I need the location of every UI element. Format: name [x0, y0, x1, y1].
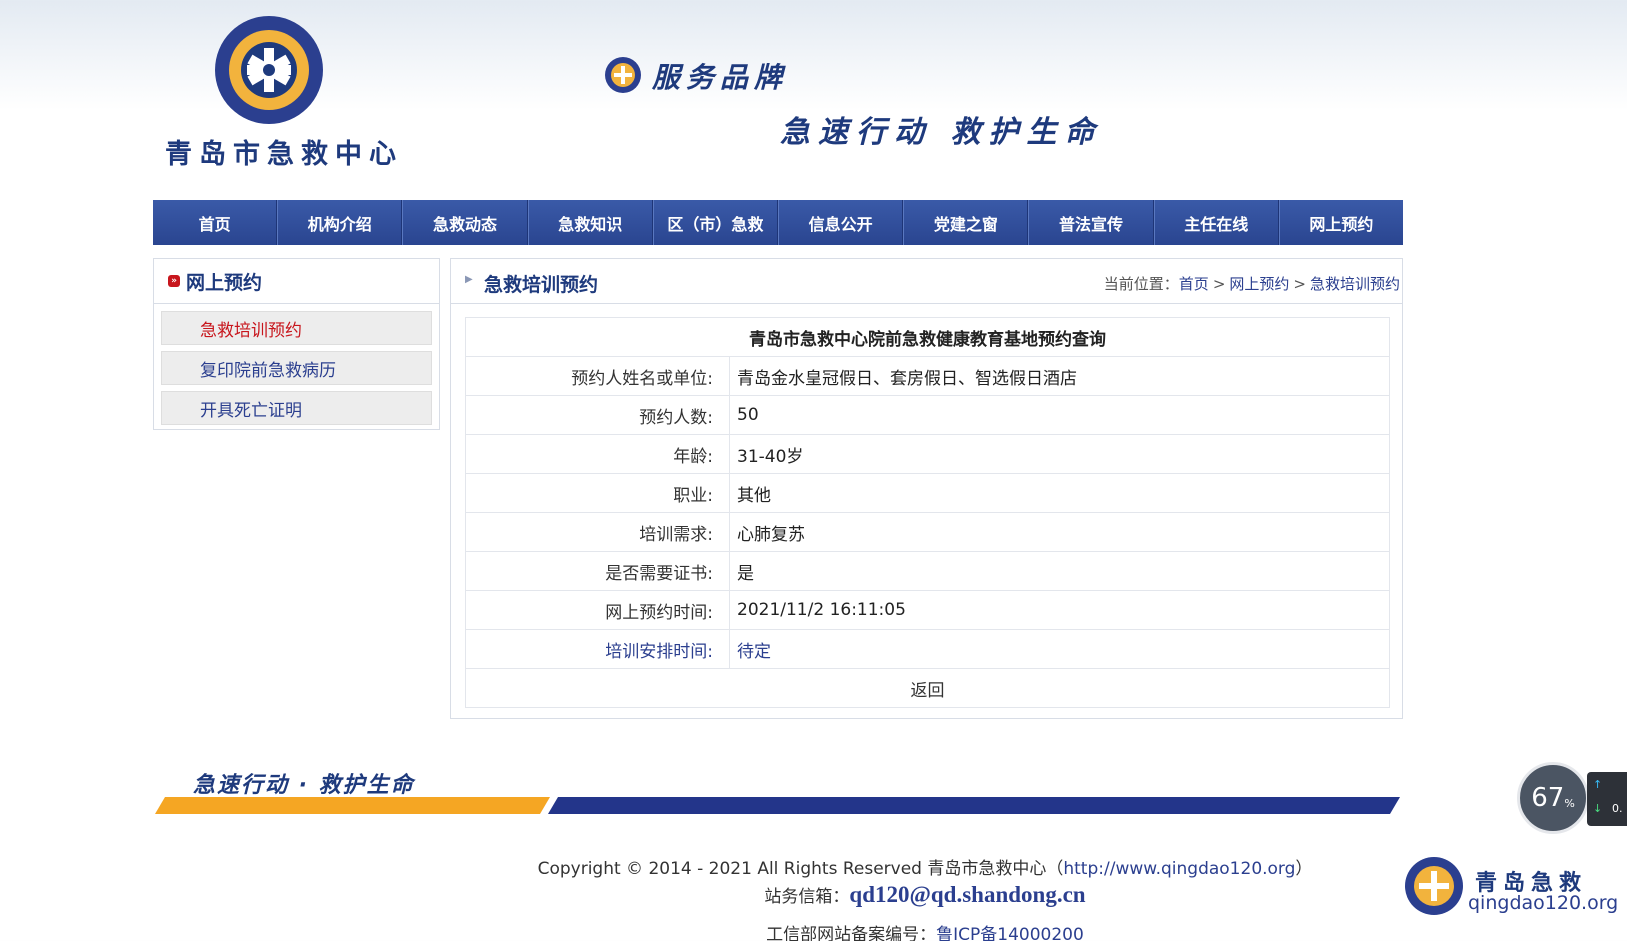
row-value-schedule-time: 待定: [729, 629, 1390, 669]
row-label-occupation: 职业:: [465, 473, 730, 513]
double-arrow-icon: ▶: [465, 274, 473, 285]
main-nav: 首页 机构介绍 急救动态 急救知识 区（市）急救 信息公开 党建之窗 普法宣传 …: [153, 200, 1403, 245]
nav-item-director[interactable]: 主任在线: [1153, 200, 1279, 245]
breadcrumb: 当前位置：首页 > 网上预约 > 急救培训预约: [1104, 273, 1400, 294]
breadcrumb-prefix: 当前位置：: [1103, 275, 1179, 293]
footer-email-label: 站务信箱：: [764, 887, 850, 907]
row-label-applicant: 预约人姓名或单位:: [465, 356, 730, 396]
breadcrumb-current-link[interactable]: 急救培训预约: [1310, 275, 1400, 293]
breadcrumb-home-link[interactable]: 首页: [1179, 275, 1209, 293]
table-row: 培训需求: 心肺复苏: [465, 512, 1390, 552]
row-label-booking-time: 网上预约时间:: [465, 590, 730, 630]
nav-item-district[interactable]: 区（市）急救: [652, 200, 779, 245]
row-label-training-need: 培训需求:: [465, 512, 730, 552]
breadcrumb-separator: >: [1293, 275, 1306, 293]
service-brand-emblem-icon: [605, 57, 641, 93]
breadcrumb-section-link[interactable]: 网上预约: [1229, 275, 1289, 293]
table-row: 预约人姓名或单位: 青岛金水皇冠假日、套房假日、智选假日酒店: [465, 356, 1390, 396]
footer-copyright-end: ）: [1295, 859, 1313, 879]
table-caption: 青岛市急救中心院前急救健康教育基地预约查询: [465, 317, 1390, 357]
network-speed-panel[interactable]: ↑ ↓ 0.: [1587, 772, 1627, 826]
sidebar-title-text: 网上预约: [186, 271, 263, 294]
sidebar-menu: 急救培训预约 复印院前急救病历 开具死亡证明: [154, 304, 439, 425]
header-slogan: 急速行动 救护生命: [780, 115, 1103, 150]
footer-copyright-line: Copyright © 2014 - 2021 All Rights Reser…: [0, 854, 1627, 879]
row-value-headcount: 50: [729, 395, 1390, 435]
table-row: 预约人数: 50: [465, 395, 1390, 435]
row-value-age: 31-40岁: [729, 434, 1390, 474]
footer-email-line: 站务信箱：qd120@qd.shandong.cn: [0, 882, 1627, 908]
nav-item-appointment[interactable]: 网上预约: [1278, 200, 1403, 245]
table-row: 年龄: 31-40岁: [465, 434, 1390, 474]
table-row: 返回: [465, 668, 1390, 708]
nav-item-law[interactable]: 普法宣传: [1028, 200, 1154, 245]
row-value-occupation: 其他: [729, 473, 1390, 513]
appointment-detail-table: 青岛市急救中心院前急救健康教育基地预约查询 预约人姓名或单位: 青岛金水皇冠假日…: [465, 317, 1390, 708]
table-row: 培训安排时间: 待定: [465, 629, 1390, 669]
nav-item-disclosure[interactable]: 信息公开: [778, 200, 904, 245]
service-brand-label: 服务品牌: [652, 61, 789, 94]
nav-item-about[interactable]: 机构介绍: [277, 200, 403, 245]
sidebar-item-training[interactable]: 急救培训预约: [161, 311, 432, 345]
row-label-age: 年龄:: [465, 434, 730, 474]
row-label-schedule-time: 培训安排时间:: [465, 629, 730, 669]
table-caption-row: 青岛市急救中心院前急救健康教育基地预约查询: [465, 317, 1390, 357]
footer-icp-line: 工信部网站备案编号：鲁ICP备14000200: [0, 920, 1627, 941]
sidebar: » 网上预约 急救培训预约 复印院前急救病历 开具死亡证明: [153, 258, 440, 430]
footer-icp-label: 工信部网站备案编号：: [766, 925, 937, 941]
row-value-applicant: 青岛金水皇冠假日、套房假日、智选假日酒店: [729, 356, 1390, 396]
footer-emblem-icon: [1405, 857, 1463, 915]
nav-item-knowledge[interactable]: 急救知识: [527, 200, 653, 245]
arrow-bullet-icon: »: [168, 275, 180, 287]
footer-slogan: 急速行动 · 救护生命: [193, 773, 415, 798]
site-logo-name: 青岛市急救中心: [165, 139, 403, 170]
network-speed-value: 0.: [1612, 802, 1623, 815]
back-link[interactable]: 返回: [465, 668, 1390, 708]
footer-email-link[interactable]: qd120@qd.shandong.cn: [849, 882, 1085, 907]
site-header: 青岛市急救中心 服务品牌 急速行动 救护生命: [0, 0, 1627, 195]
row-value-booking-time: 2021/11/2 16:11:05: [729, 590, 1390, 630]
qingdao-ambulance-emblem-icon[interactable]: [213, 14, 325, 126]
footer-site-link[interactable]: http://www.qingdao120.org: [1063, 859, 1295, 879]
row-value-training-need: 心肺复苏: [729, 512, 1390, 552]
breadcrumb-separator: >: [1212, 275, 1226, 293]
gauge-percent-unit: %: [1564, 796, 1575, 810]
nav-item-news[interactable]: 急救动态: [402, 200, 528, 245]
nav-item-home[interactable]: 首页: [153, 200, 278, 245]
sidebar-item-medical-record-copy[interactable]: 复印院前急救病历: [161, 351, 432, 385]
footer-icp-link[interactable]: 鲁ICP备14000200: [936, 925, 1084, 941]
main-panel: ▶ 急救培训预约 当前位置：首页 > 网上预约 > 急救培训预约 青岛市急救中心院前急救…: [450, 258, 1403, 719]
sidebar-title: » 网上预约: [154, 259, 439, 304]
main-panel-header: ▶ 急救培训预约 当前位置：首页 > 网上预约 > 急救培训预约: [451, 259, 1402, 304]
row-label-headcount: 预约人数:: [465, 395, 730, 435]
upload-arrow-icon: ↑: [1593, 778, 1603, 791]
footer-logo-url: qingdao120.org: [1468, 892, 1619, 914]
performance-gauge-widget[interactable]: 67%: [1517, 762, 1589, 834]
nav-item-party[interactable]: 党建之窗: [903, 200, 1029, 245]
table-row: 职业: 其他: [465, 473, 1390, 513]
table-row: 是否需要证书: 是: [465, 551, 1390, 591]
table-row: 网上预约时间: 2021/11/2 16:11:05: [465, 590, 1390, 630]
row-label-certificate: 是否需要证书:: [465, 551, 730, 591]
footer-copyright: Copyright © 2014 - 2021 All Rights Reser…: [537, 859, 1064, 879]
sidebar-item-death-certificate[interactable]: 开具死亡证明: [161, 391, 432, 425]
footer-decorative-bar: [155, 797, 1400, 814]
page-title: 急救培训预约: [484, 274, 599, 296]
download-arrow-icon: ↓: [1593, 802, 1603, 815]
gauge-percent: 67: [1531, 783, 1565, 813]
row-value-certificate: 是: [729, 551, 1390, 591]
